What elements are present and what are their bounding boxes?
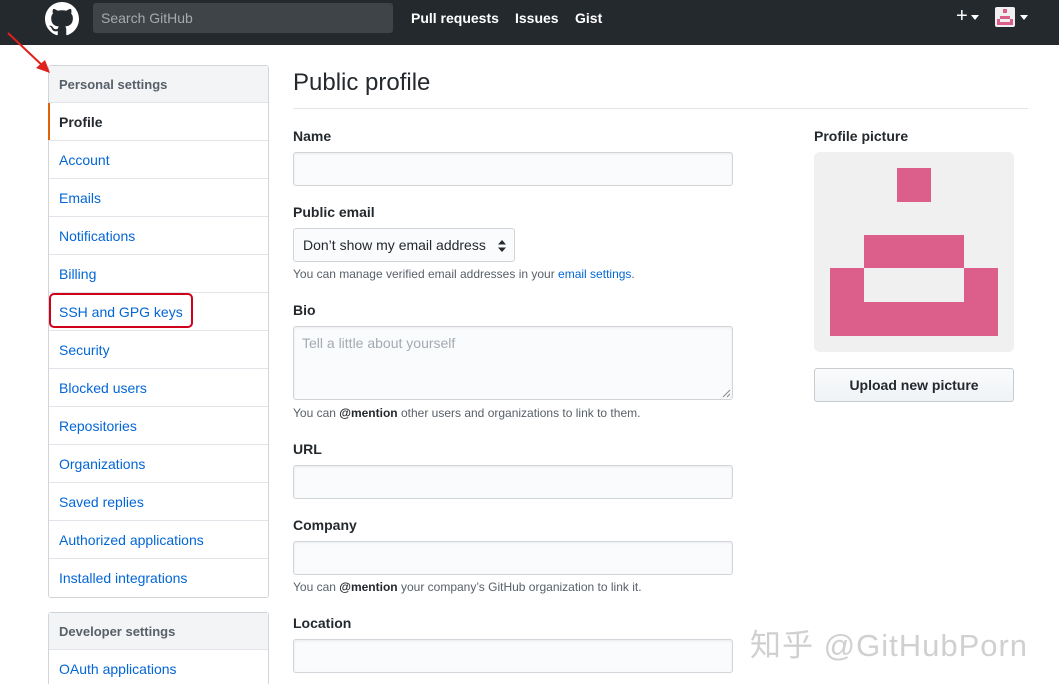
watermark: 知乎 @GitHubPorn	[750, 628, 1029, 663]
location-input[interactable]	[293, 639, 733, 673]
sidebar-item-profile[interactable]: Profile	[48, 103, 268, 141]
location-label: Location	[293, 615, 352, 631]
resize-grip-icon[interactable]	[722, 389, 731, 398]
url-input[interactable]	[293, 465, 733, 499]
personal-settings-heading: Personal settings	[49, 66, 268, 103]
company-input[interactable]	[293, 541, 733, 575]
developer-settings-menu: Developer settings OAuth applications	[48, 612, 269, 684]
company-note: You can @mention your company’s GitHub o…	[293, 580, 642, 594]
profile-picture	[814, 152, 1014, 352]
personal-settings-menu: Personal settings Profile Account Emails…	[48, 65, 269, 598]
public-email-label: Public email	[293, 204, 375, 220]
upload-new-picture-button[interactable]: Upload new picture	[814, 368, 1014, 402]
avatar[interactable]	[995, 7, 1015, 27]
sidebar-item-blocked-users[interactable]: Blocked users	[49, 369, 268, 407]
url-label: URL	[293, 441, 322, 457]
plus-icon[interactable]: +	[956, 6, 968, 26]
name-label: Name	[293, 128, 332, 144]
page-title: Public profile	[293, 69, 431, 96]
public-email-select[interactable]: Don’t show my email address	[293, 228, 515, 262]
sidebar-item-organizations[interactable]: Organizations	[49, 445, 268, 483]
sidebar-item-authorized-applications[interactable]: Authorized applications	[49, 521, 268, 559]
select-arrows-icon	[498, 240, 506, 252]
company-label: Company	[293, 517, 357, 533]
title-divider	[293, 108, 1028, 109]
developer-settings-heading: Developer settings	[49, 613, 268, 650]
sidebar-item-security[interactable]: Security	[49, 331, 268, 369]
identicon-icon	[830, 168, 998, 336]
name-input[interactable]	[293, 152, 733, 186]
sidebar-item-saved-replies[interactable]: Saved replies	[49, 483, 268, 521]
nav-gist[interactable]: Gist	[575, 10, 602, 26]
bio-label: Bio	[293, 302, 316, 318]
annotation-arrow-icon	[7, 32, 50, 73]
email-note: You can manage verified email addresses …	[293, 267, 635, 281]
sidebar-item-billing[interactable]: Billing	[49, 255, 268, 293]
public-email-selected-value: Don’t show my email address	[303, 237, 486, 253]
annotation-highlight-box	[49, 293, 193, 328]
top-header: Pull requests Issues Gist +	[0, 0, 1059, 45]
nav-issues[interactable]: Issues	[515, 10, 559, 26]
bio-note: You can @mention other users and organiz…	[293, 406, 641, 420]
chevron-down-icon[interactable]	[971, 15, 979, 20]
avatar-identicon-icon	[997, 9, 1013, 25]
sidebar-item-repositories[interactable]: Repositories	[49, 407, 268, 445]
sidebar-item-installed-integrations[interactable]: Installed integrations	[49, 559, 268, 597]
email-settings-link[interactable]: email settings	[558, 267, 631, 281]
bio-textarea[interactable]	[293, 326, 733, 400]
search-input[interactable]	[93, 3, 393, 33]
sidebar-item-oauth-applications[interactable]: OAuth applications	[49, 650, 268, 684]
sidebar-item-account[interactable]: Account	[49, 141, 268, 179]
sidebar-item-notifications[interactable]: Notifications	[49, 217, 268, 255]
nav-pull-requests[interactable]: Pull requests	[411, 10, 499, 26]
chevron-down-icon[interactable]	[1020, 15, 1028, 20]
sidebar-item-emails[interactable]: Emails	[49, 179, 268, 217]
profile-picture-label: Profile picture	[814, 128, 909, 144]
